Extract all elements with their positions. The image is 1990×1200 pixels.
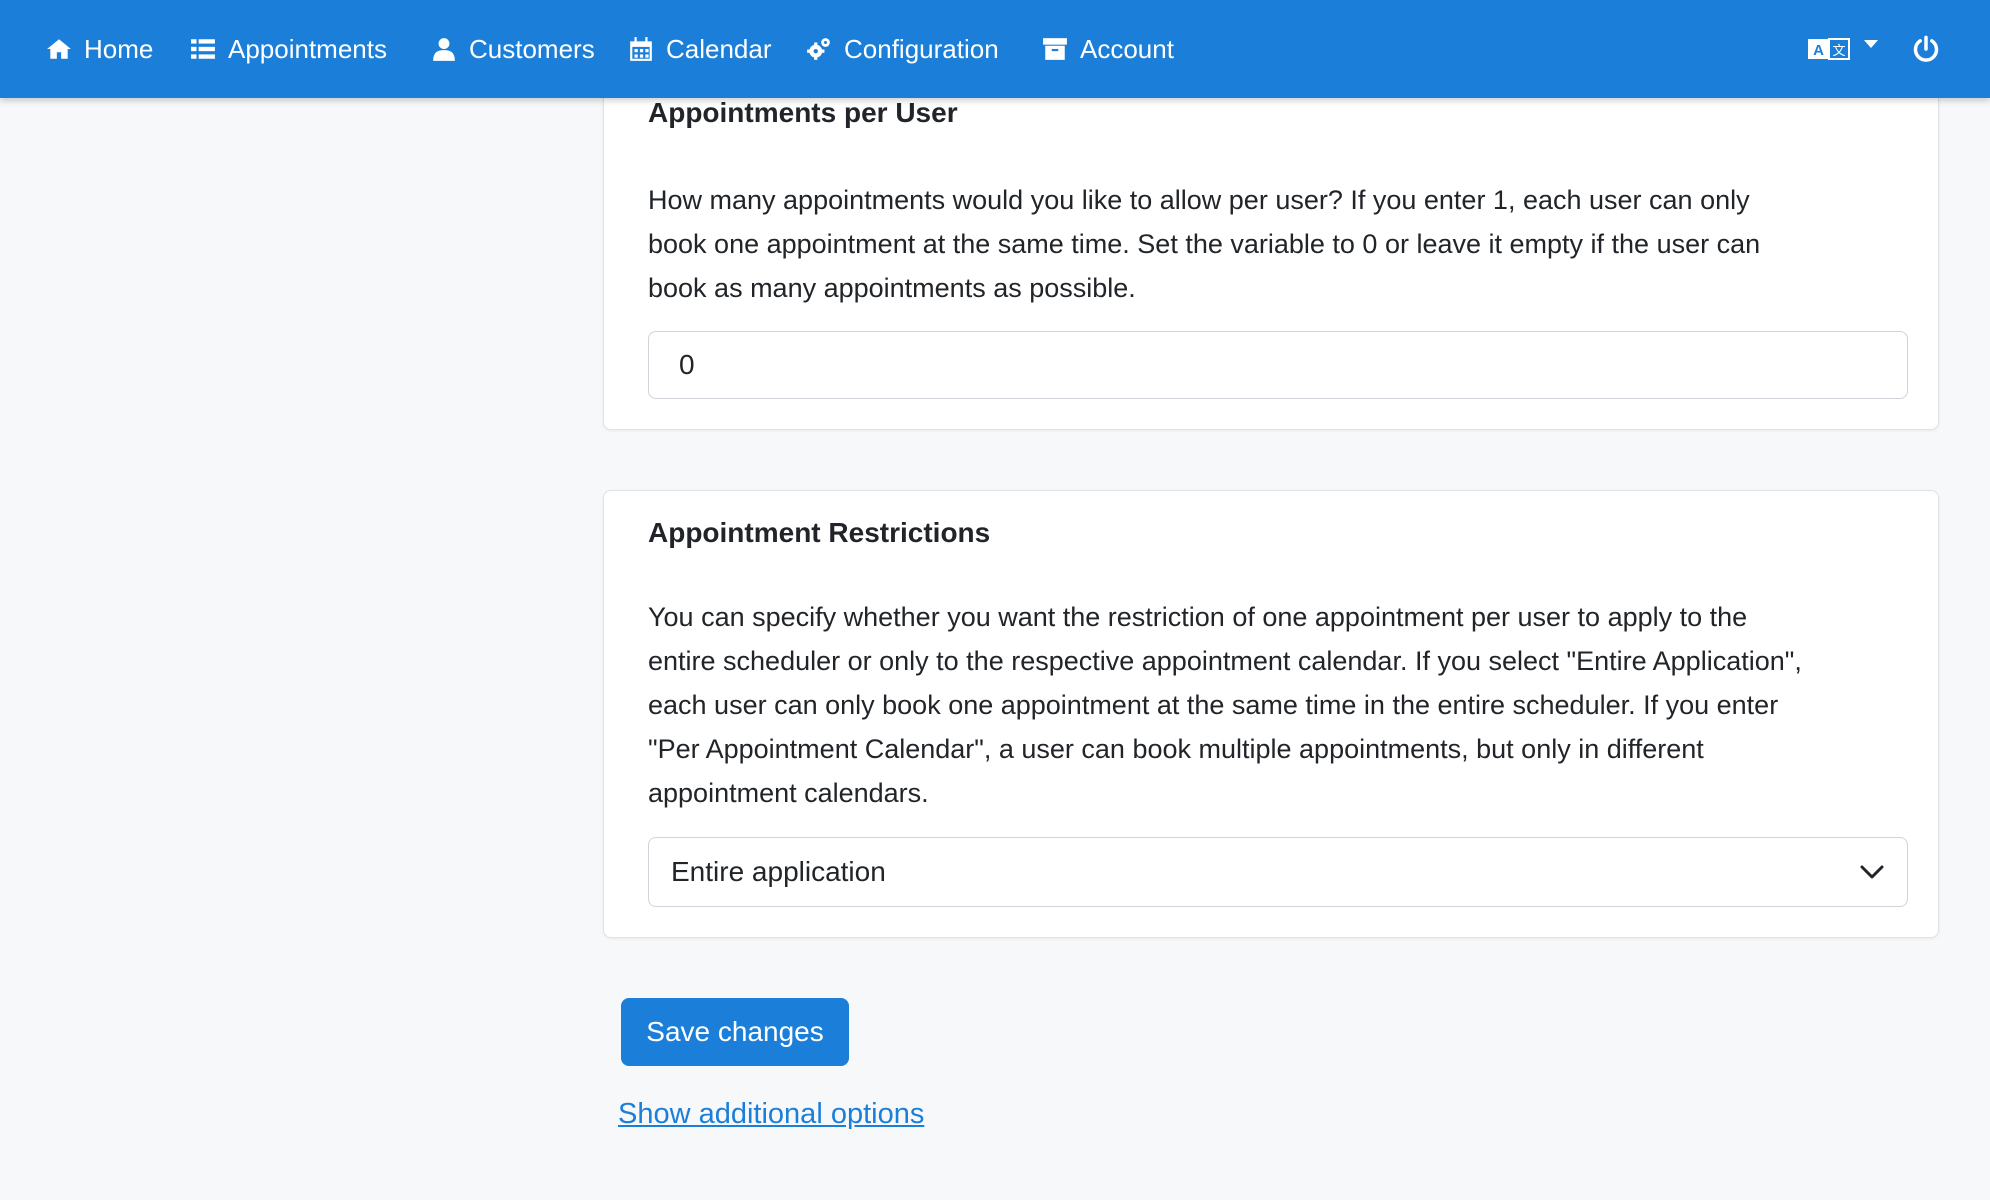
svg-text:A: A	[1813, 42, 1824, 59]
language-icon: A 文	[1808, 38, 1850, 60]
nav-appointments-label: Appointments	[228, 33, 387, 64]
appointments-per-user-card: Appointments per User How many appointme…	[603, 70, 1939, 430]
caret-down-icon	[1864, 40, 1878, 48]
appointment-restrictions-description: You can specify whether you want the res…	[648, 595, 1910, 815]
restriction-scope-select[interactable]: Entire application	[648, 837, 1908, 907]
save-changes-button[interactable]: Save changes	[621, 998, 849, 1066]
appointment-restrictions-card: Appointment Restrictions You can specify…	[603, 490, 1939, 938]
description-line: book one appointment at the same time. S…	[648, 229, 1761, 259]
nav-customers-label: Customers	[469, 33, 595, 64]
nav-appointments[interactable]: Appointments	[190, 0, 387, 98]
description-line: How many appointments would you like to …	[648, 185, 1750, 215]
appointments-per-user-input[interactable]	[648, 331, 1908, 399]
nav-configuration-label: Configuration	[844, 33, 999, 64]
description-line: "Per Appointment Calendar", a user can b…	[648, 734, 1704, 764]
power-icon	[1913, 35, 1939, 62]
user-icon	[433, 38, 455, 61]
top-navbar: Home Appointments Customers Calendar Con…	[0, 0, 1990, 98]
show-additional-options-link[interactable]: Show additional options	[618, 1098, 924, 1131]
restriction-scope-selected: Entire application	[671, 856, 886, 887]
description-line: book as many appointments as possible.	[648, 273, 1136, 303]
nav-calendar[interactable]: Calendar	[628, 0, 772, 98]
nav-home-label: Home	[84, 33, 154, 64]
language-dropdown[interactable]: A 文	[1808, 0, 1880, 98]
archive-icon	[1043, 38, 1067, 60]
chevron-down-icon	[1860, 865, 1884, 879]
description-line: each user can only book one appointment …	[648, 690, 1779, 720]
gears-icon	[807, 38, 830, 60]
appointment-restrictions-title: Appointment Restrictions	[648, 517, 991, 548]
nav-configuration[interactable]: Configuration	[806, 0, 999, 98]
description-line: appointment calendars.	[648, 778, 929, 808]
logout-button[interactable]	[1912, 0, 1940, 98]
calendar-icon	[630, 37, 652, 61]
description-line: You can specify whether you want the res…	[648, 602, 1748, 632]
home-icon	[47, 39, 71, 59]
description-line: entire scheduler or only to the respecti…	[648, 646, 1802, 676]
appointments-per-user-description: How many appointments would you like to …	[648, 178, 1910, 310]
nav-account-label: Account	[1080, 33, 1174, 64]
svg-text:文: 文	[1832, 44, 1845, 59]
nav-customers[interactable]: Customers	[431, 0, 595, 98]
nav-account[interactable]: Account	[1042, 0, 1174, 98]
appointments-per-user-title: Appointments per User	[648, 97, 958, 128]
list-icon	[191, 39, 215, 59]
nav-calendar-label: Calendar	[666, 33, 772, 64]
nav-home[interactable]: Home	[46, 0, 153, 98]
